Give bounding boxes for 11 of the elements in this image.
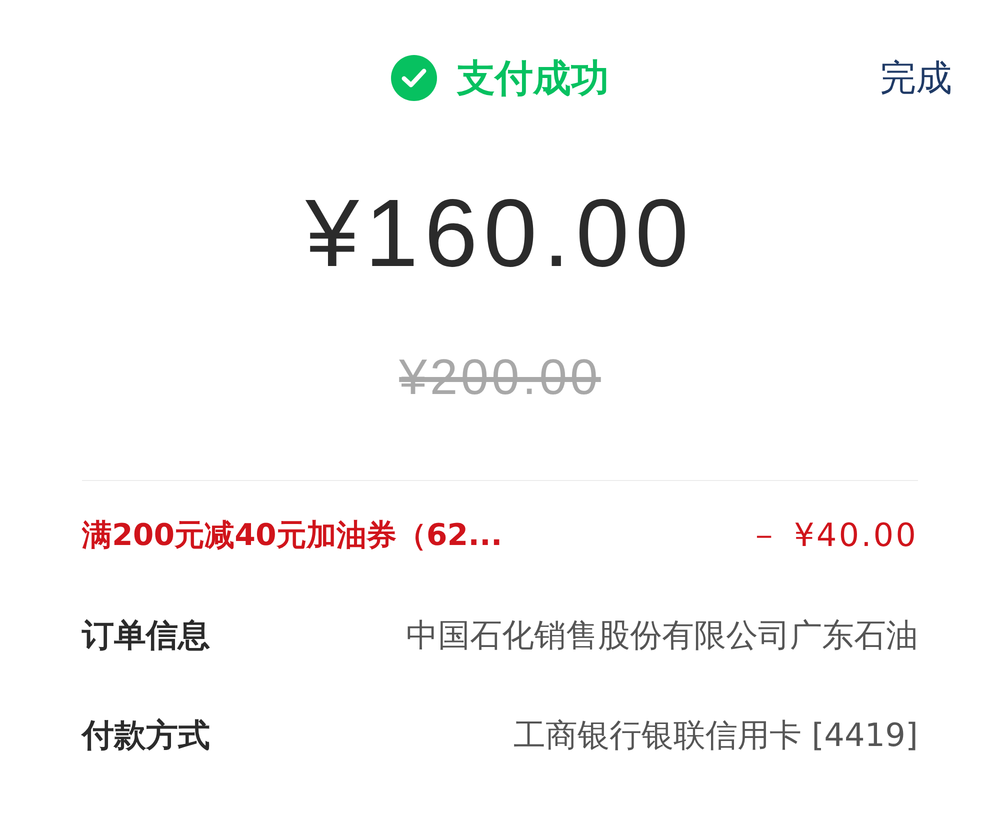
detail-label: 付款方式: [82, 715, 210, 756]
detail-value: 中国石化销售股份有限公司广东石油: [406, 615, 918, 656]
success-check-icon: [391, 55, 437, 101]
detail-label: 订单信息: [82, 615, 210, 656]
detail-value: 工商银行银联信用卡 [4419]: [513, 715, 918, 756]
coupon-label: 满200元减40元加油券（62...: [82, 516, 502, 554]
done-button[interactable]: 完成: [880, 52, 952, 106]
payment-amount: ¥160.00: [305, 186, 694, 282]
original-amount: ¥200.00: [399, 352, 601, 402]
payment-status-title: 支付成功: [457, 54, 609, 102]
discount-amount: － ¥40.00: [748, 515, 918, 556]
